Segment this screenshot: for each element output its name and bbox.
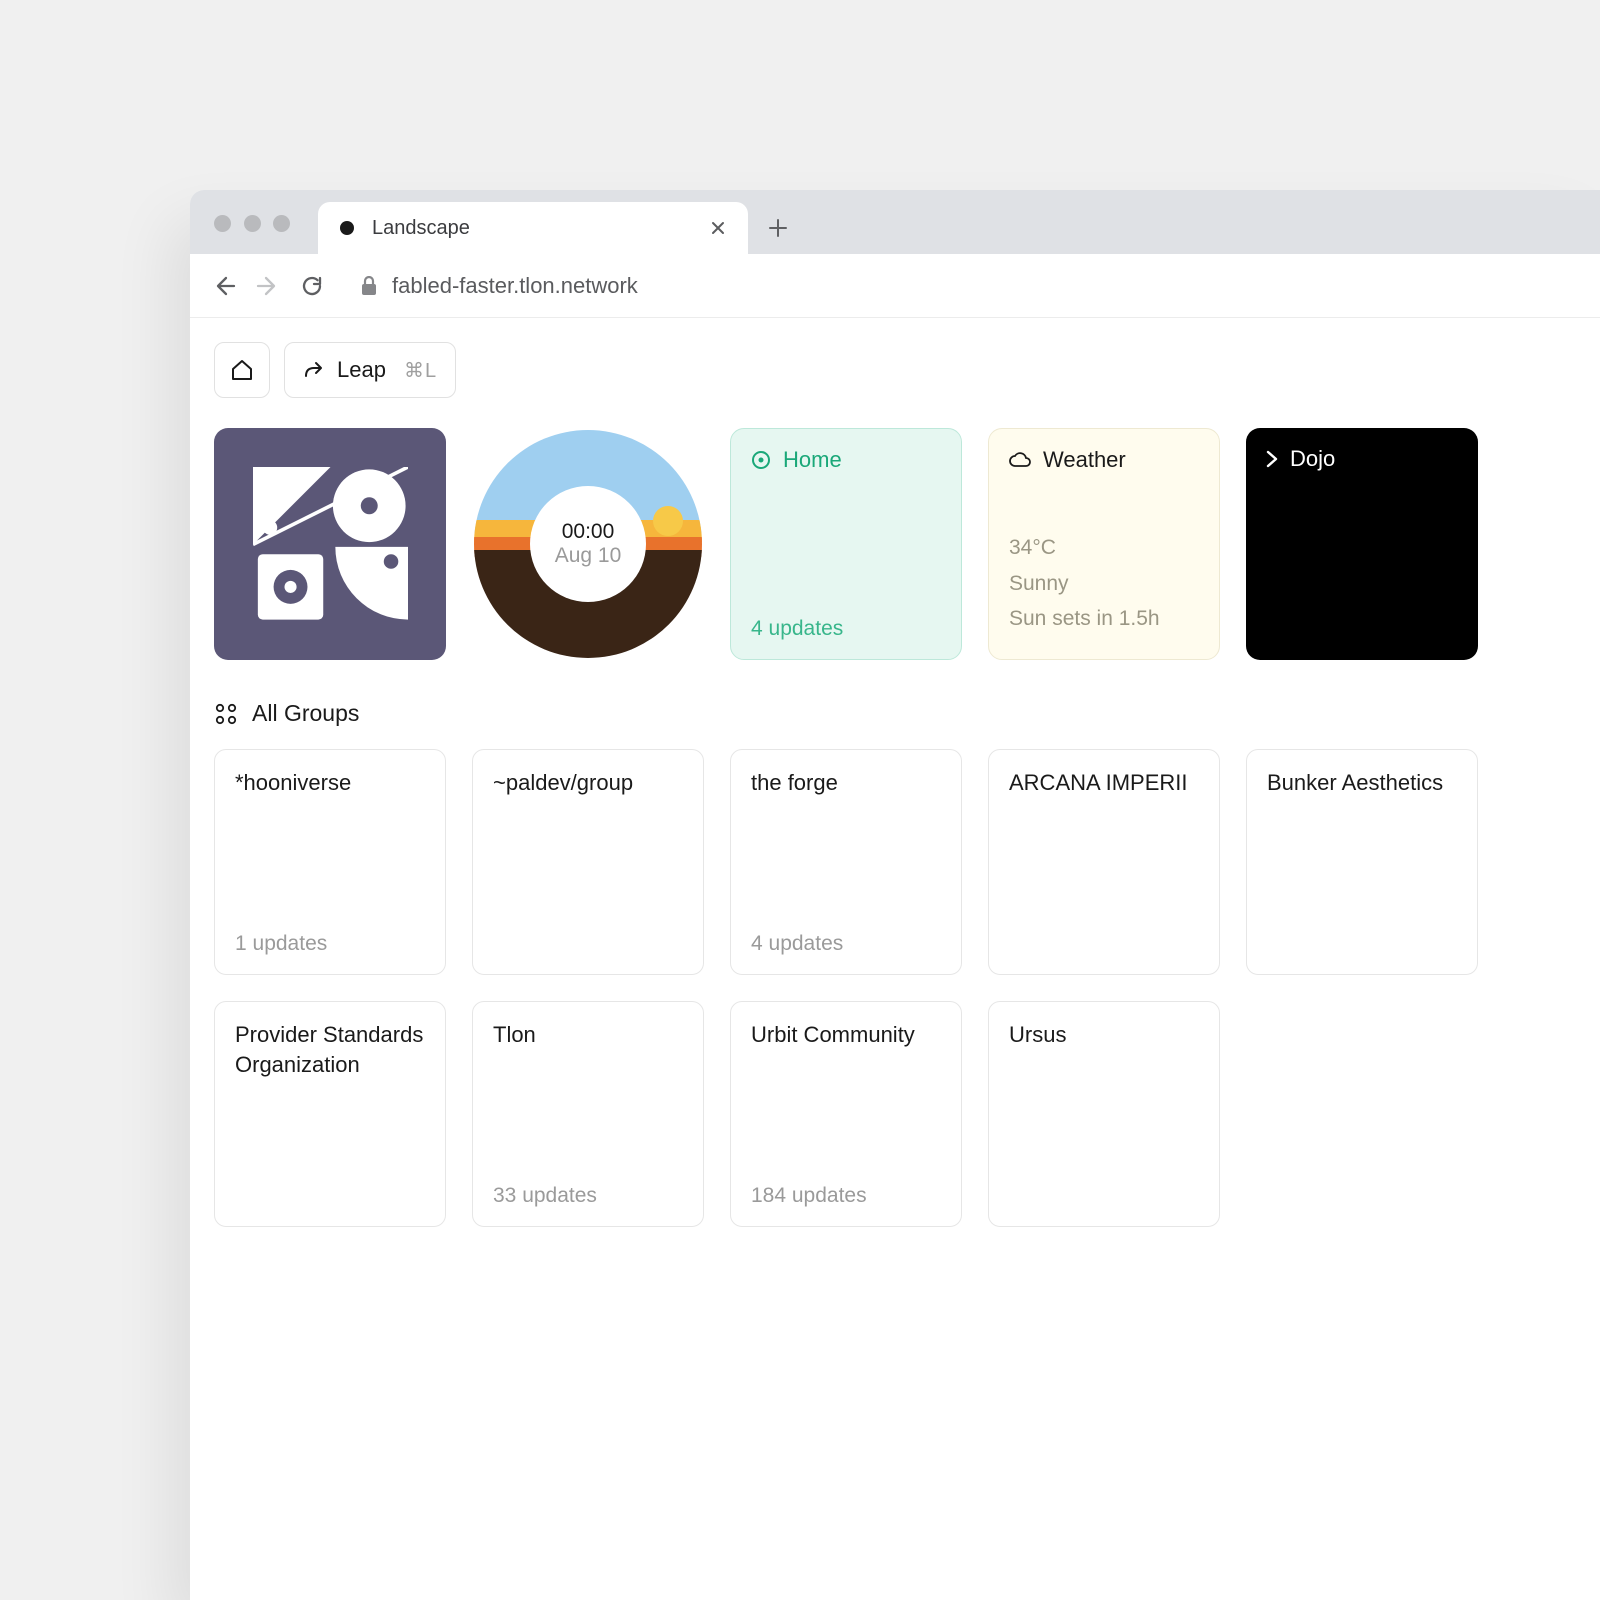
leap-button[interactable]: Leap ⌘L [284,342,456,398]
all-groups-header: All Groups [214,700,1576,727]
back-button[interactable] [206,268,242,304]
window-zoom-dot[interactable] [273,215,290,232]
tile-row: 00:00 Aug 10 Home 4 updates [214,428,1576,660]
sigil-icon [253,467,408,622]
dojo-tile-title: Dojo [1290,446,1335,472]
clock-date: Aug 10 [555,544,622,568]
weather-condition: Sunny [1009,566,1199,602]
window-minimize-dot[interactable] [244,215,261,232]
clock-time: 00:00 [562,520,615,544]
window-controls [202,215,318,254]
group-card[interactable]: Tlon 33 updates [472,1001,704,1227]
leap-label: Leap [337,357,386,383]
browser-window: Landscape fabled-faster.tlon.network [190,190,1600,1600]
url-text: fabled-faster.tlon.network [392,273,638,299]
group-card[interactable]: Urbit Community 184 updates [730,1001,962,1227]
home-icon [230,358,254,382]
new-tab-button[interactable] [748,202,808,254]
group-card[interactable]: ~paldev/group [472,749,704,975]
cloud-icon [1009,451,1031,469]
group-name: Urbit Community [751,1020,941,1050]
home-tile-title: Home [783,447,842,473]
weather-sunset: Sun sets in 1.5h [1009,601,1199,637]
home-tile[interactable]: Home 4 updates [730,428,962,660]
group-updates: 33 updates [493,1184,683,1208]
group-card[interactable]: ARCANA IMPERII [988,749,1220,975]
window-close-dot[interactable] [214,215,231,232]
tab-strip: Landscape [190,190,1600,254]
leap-shortcut: ⌘L [398,358,437,383]
group-name: Provider Standards Organization [235,1020,425,1079]
group-updates: 184 updates [751,1184,941,1208]
tab-favicon [340,221,354,235]
address-bar: fabled-faster.tlon.network [190,254,1600,318]
home-updates: 4 updates [751,617,941,641]
leap-arrow-icon [303,360,325,380]
chevron-right-icon [1266,450,1278,468]
group-updates: 1 updates [235,932,425,956]
all-groups-label: All Groups [252,700,359,727]
clock-center: 00:00 Aug 10 [534,490,642,598]
home-button[interactable] [214,342,270,398]
lock-icon [360,276,378,296]
browser-tab[interactable]: Landscape [318,202,748,254]
group-name: Ursus [1009,1020,1199,1050]
reload-button[interactable] [294,268,330,304]
group-name: ~paldev/group [493,768,683,798]
weather-temp: 34°C [1009,530,1199,566]
group-card[interactable]: the forge 4 updates [730,749,962,975]
group-name: *hooniverse [235,768,425,798]
group-card[interactable]: Bunker Aesthetics [1246,749,1478,975]
tab-title: Landscape [372,217,688,240]
close-icon[interactable] [706,216,730,240]
clock-tile[interactable]: 00:00 Aug 10 [472,428,704,660]
target-icon [751,450,771,470]
group-name: Bunker Aesthetics [1267,768,1457,798]
url-field[interactable]: fabled-faster.tlon.network [338,273,638,299]
group-card[interactable]: Ursus [988,1001,1220,1227]
dojo-tile[interactable]: Dojo [1246,428,1478,660]
groups-icon [214,702,238,726]
group-card[interactable]: Provider Standards Organization [214,1001,446,1227]
group-name: ARCANA IMPERII [1009,768,1199,798]
weather-tile[interactable]: Weather 34°C Sunny Sun sets in 1.5h [988,428,1220,660]
sigil-tile[interactable] [214,428,446,660]
sun-icon [653,506,683,536]
group-name: the forge [751,768,941,798]
group-updates: 4 updates [751,932,941,956]
app-content: Leap ⌘L [190,318,1600,1227]
group-card[interactable]: *hooniverse 1 updates [214,749,446,975]
weather-tile-title: Weather [1043,447,1126,473]
groups-grid: *hooniverse 1 updates ~paldev/group the for… [214,749,1576,1227]
forward-button[interactable] [250,268,286,304]
group-name: Tlon [493,1020,683,1050]
app-toolbar: Leap ⌘L [214,342,1576,398]
